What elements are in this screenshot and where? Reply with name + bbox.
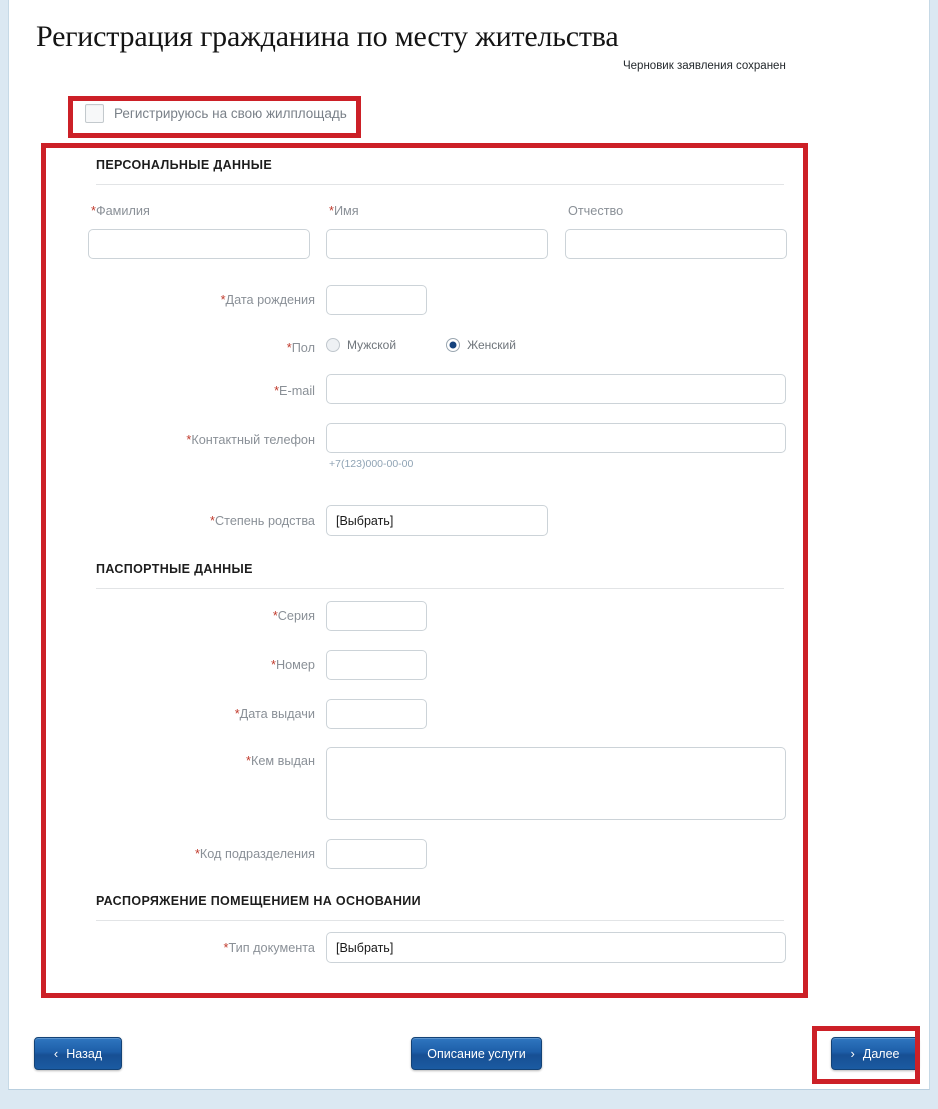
passport-issued-by-textarea[interactable] bbox=[326, 747, 786, 820]
label-phone: *Контактный телефон bbox=[186, 433, 315, 447]
gender-option-male[interactable]: Мужской bbox=[326, 338, 396, 352]
label-gender: *Пол bbox=[286, 341, 315, 355]
email-input[interactable] bbox=[326, 374, 786, 404]
document-type-select[interactable]: [Выбрать] bbox=[326, 932, 786, 963]
checkbox-box-icon[interactable] bbox=[85, 104, 104, 123]
page-title: Регистрация гражданина по месту жительст… bbox=[36, 20, 619, 53]
service-description-button-label: Описание услуги bbox=[427, 1046, 526, 1061]
label-email: *E-mail bbox=[274, 384, 315, 398]
division-code-input[interactable] bbox=[326, 839, 427, 869]
gender-radio-group[interactable]: Мужской Женский bbox=[326, 338, 516, 352]
relation-select[interactable]: [Выбрать] bbox=[326, 505, 548, 536]
patronymic-input[interactable] bbox=[565, 229, 787, 259]
phone-input[interactable] bbox=[326, 423, 786, 453]
next-button[interactable]: › Далее bbox=[831, 1037, 919, 1070]
birthdate-input[interactable] bbox=[326, 285, 427, 315]
label-passport-number: *Номер bbox=[271, 658, 315, 672]
passport-series-input[interactable] bbox=[326, 601, 427, 631]
chevron-right-icon: › bbox=[850, 1046, 855, 1061]
label-patronymic: Отчество bbox=[568, 204, 624, 218]
label-surname: *Фамилия bbox=[91, 204, 150, 218]
label-passport-series: *Серия bbox=[272, 609, 315, 623]
gender-option-female[interactable]: Женский bbox=[446, 338, 516, 352]
surname-input[interactable] bbox=[88, 229, 310, 259]
content-sheet: Регистрация гражданина по месту жительст… bbox=[8, 0, 930, 1090]
passport-issue-date-input[interactable] bbox=[326, 699, 427, 729]
document-type-select-value: [Выбрать] bbox=[336, 940, 394, 955]
next-button-label: Далее bbox=[862, 1046, 900, 1061]
section-title-personal: ПЕРСОНАЛЬНЫЕ ДАННЫЕ bbox=[96, 158, 273, 172]
back-button[interactable]: ‹ Назад bbox=[34, 1037, 122, 1070]
self-registration-checkbox[interactable]: Регистрируюсь на свою жилплощадь bbox=[85, 104, 347, 123]
label-firstname: *Имя bbox=[329, 204, 359, 218]
phone-format-hint: +7(123)000-00-00 bbox=[329, 458, 414, 470]
label-document-type: *Тип документа bbox=[223, 941, 315, 955]
registration-form: ПЕРСОНАЛЬНЫЕ ДАННЫЕ *Фамилия *Имя Отчест… bbox=[55, 148, 812, 993]
label-passport-issue-date: *Дата выдачи bbox=[234, 707, 315, 721]
draft-saved-note: Черновик заявления сохранен bbox=[623, 60, 786, 72]
section-divider-personal bbox=[96, 184, 784, 185]
label-passport-issued-by: *Кем выдан bbox=[246, 754, 315, 768]
chevron-left-icon: ‹ bbox=[53, 1046, 59, 1061]
self-registration-label: Регистрируюсь на свою жилплощадь bbox=[114, 106, 347, 121]
radio-female-icon[interactable] bbox=[446, 338, 461, 352]
page-root: Регистрация гражданина по месту жительст… bbox=[0, 0, 938, 1109]
back-button-label: Назад bbox=[66, 1046, 103, 1061]
radio-male-icon[interactable] bbox=[326, 338, 340, 352]
service-description-button[interactable]: Описание услуги bbox=[411, 1037, 542, 1070]
section-title-passport: ПАСПОРТНЫЕ ДАННЫЕ bbox=[96, 562, 253, 576]
label-birthdate: *Дата рождения bbox=[220, 293, 315, 307]
section-divider-passport bbox=[96, 588, 784, 589]
section-divider-premises bbox=[96, 920, 784, 921]
relation-select-value: [Выбрать] bbox=[336, 513, 394, 528]
section-title-premises: РАСПОРЯЖЕНИЕ ПОМЕЩЕНИЕМ НА ОСНОВАНИИ bbox=[96, 894, 421, 908]
gender-option-female-label: Женский bbox=[467, 338, 516, 352]
passport-number-input[interactable] bbox=[326, 650, 427, 680]
label-division-code: *Код подразделения bbox=[194, 847, 315, 861]
label-relation: *Степень родства bbox=[210, 514, 315, 528]
firstname-input[interactable] bbox=[326, 229, 548, 259]
gender-option-male-label: Мужской bbox=[347, 338, 397, 352]
